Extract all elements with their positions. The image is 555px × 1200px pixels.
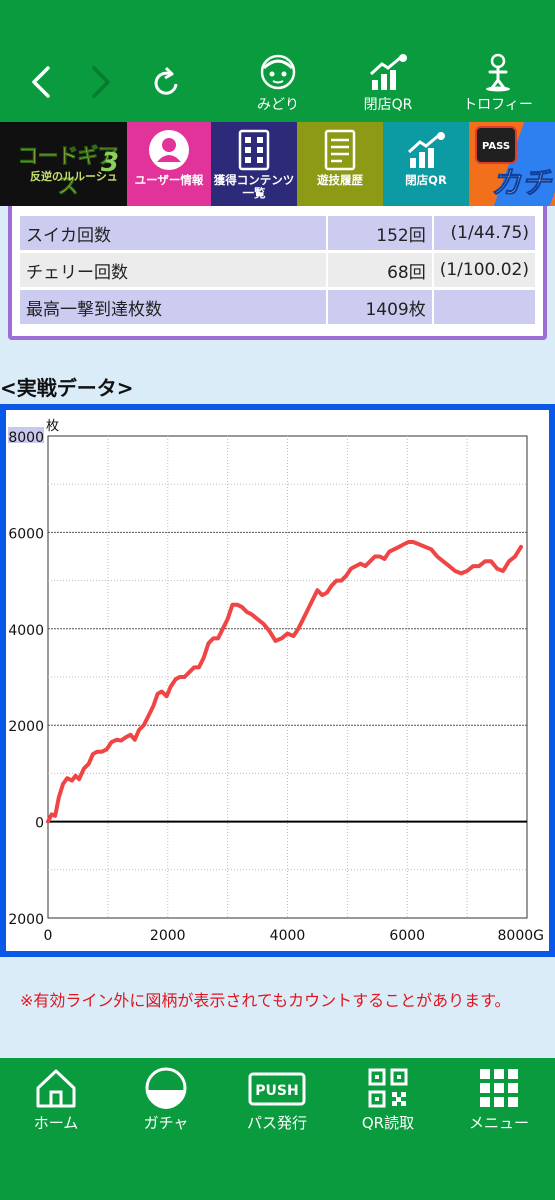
trophy-figure-icon bbox=[486, 53, 510, 92]
play-history-button[interactable]: 遊技履歴 bbox=[297, 122, 383, 206]
document-icon bbox=[324, 129, 356, 171]
push-text: PUSH bbox=[255, 1083, 298, 1099]
stat-value: 152回 bbox=[328, 216, 432, 250]
logo-number: 3 bbox=[100, 148, 119, 178]
back-arrow-icon[interactable] bbox=[26, 62, 56, 102]
y-tick-label: 4000 bbox=[8, 623, 44, 639]
pass-issue-label: パス発行 bbox=[246, 1114, 307, 1132]
midori-character-icon bbox=[260, 54, 296, 90]
home-icon bbox=[36, 1069, 76, 1108]
y-axis-unit-label: 枚 bbox=[46, 419, 59, 434]
stat-value: 68回 bbox=[328, 253, 432, 287]
home-button[interactable]: ホーム bbox=[6, 1066, 106, 1133]
y-tick-label: 8000 bbox=[8, 430, 44, 446]
heiten-qr-top-label: 閉店QR bbox=[363, 97, 413, 113]
top-bar: みどり 閉店QR トロフィー bbox=[0, 0, 555, 122]
kachi-logo-text: カチ bbox=[491, 166, 552, 202]
x-tick-label: 8000G bbox=[498, 928, 544, 944]
content-list-label: 獲得コンテンツ一覧 bbox=[213, 173, 295, 200]
x-tick-label: 0 bbox=[44, 928, 53, 944]
heiten-qr-top-button[interactable]: 閉店QR bbox=[348, 52, 428, 118]
kachi-navi-button[interactable]: PASS カチ bbox=[469, 122, 555, 206]
push-button-icon: PUSH bbox=[248, 1072, 306, 1106]
user-info-label: ユーザー情報 bbox=[134, 173, 204, 187]
stat-label: チェリー回数 bbox=[20, 253, 327, 287]
stat-value: 1409枚 bbox=[328, 290, 432, 324]
stat-rate bbox=[433, 290, 535, 324]
heiten-qr-label: 閉店QR bbox=[405, 173, 447, 187]
stat-label: 最高一撃到達枚数 bbox=[20, 290, 327, 324]
content-grid-icon bbox=[238, 129, 270, 171]
pass-issue-button[interactable]: PUSH パス発行 bbox=[227, 1066, 327, 1133]
user-info-button[interactable]: ユーザー情報 bbox=[127, 122, 211, 206]
table-row: チェリー回数 68回 (1/100.02) bbox=[20, 253, 535, 287]
gacha-capsule-icon bbox=[145, 1067, 187, 1109]
y-tick-label: 2000 bbox=[8, 719, 44, 735]
chart-frame: 8000 6000 4000 2000 0 2000 枚 0 2000 4000 6000 8000G bbox=[0, 404, 555, 957]
table-row: スイカ回数 152回 (1/44.75) bbox=[20, 216, 535, 250]
reload-icon[interactable] bbox=[150, 62, 184, 102]
section-title: <実戦データ> bbox=[0, 376, 134, 400]
game-logo[interactable]: コードギアス 反逆のルルーシュ 3 bbox=[0, 122, 127, 206]
stat-label: スイカ回数 bbox=[20, 216, 327, 250]
slump-graph: 800060004000200002000枚0 2000 4000 6000 8000G bbox=[8, 419, 544, 944]
stats-table: スイカ回数 152回 (1/44.75) チェリー回数 68回 (1/100.0… bbox=[18, 213, 537, 327]
stat-rate: (1/100.02) bbox=[433, 253, 535, 287]
chart-up-moon-icon bbox=[407, 132, 445, 168]
play-history-label: 遊技履歴 bbox=[317, 173, 363, 187]
midori-button[interactable]: みどり bbox=[238, 52, 318, 118]
menu-label: メニュー bbox=[468, 1114, 529, 1132]
table-row: 最高一撃到達枚数 1409枚 bbox=[20, 290, 535, 324]
y-tick-label: 2000 bbox=[8, 912, 44, 928]
menu-grid-icon bbox=[480, 1069, 518, 1107]
forward-arrow-icon[interactable] bbox=[86, 62, 116, 102]
stats-panel: スイカ回数 152回 (1/44.75) チェリー回数 68回 (1/100.0… bbox=[8, 206, 547, 340]
gacha-label: ガチャ bbox=[143, 1114, 189, 1132]
qr-code-icon bbox=[368, 1068, 408, 1108]
qr-read-label: QR読取 bbox=[361, 1114, 415, 1132]
trophy-button[interactable]: トロフィー bbox=[458, 52, 538, 118]
user-icon bbox=[149, 130, 189, 170]
stat-rate: (1/44.75) bbox=[433, 216, 535, 250]
chart-up-moon-icon bbox=[369, 54, 407, 90]
menu-button[interactable]: メニュー bbox=[449, 1066, 549, 1133]
midori-label: みどり bbox=[257, 97, 299, 113]
x-tick-label: 2000 bbox=[150, 928, 186, 944]
category-strip: コードギアス 反逆のルルーシュ 3 ユーザー情報 獲得コンテンツ一覧 遊技履歴 bbox=[0, 122, 555, 206]
y-tick-label: 0 bbox=[35, 816, 44, 832]
gacha-button[interactable]: ガチャ bbox=[116, 1066, 216, 1133]
count-note: ※有効ライン外に図柄が表示されてもカウントすることがあります。 bbox=[20, 991, 511, 1010]
trophy-label: トロフィー bbox=[463, 97, 533, 113]
qr-read-button[interactable]: QR読取 bbox=[338, 1066, 438, 1133]
x-tick-label: 6000 bbox=[389, 928, 425, 944]
x-tick-label: 4000 bbox=[270, 928, 306, 944]
content-list-button[interactable]: 獲得コンテンツ一覧 bbox=[211, 122, 297, 206]
bottom-nav: ホーム ガチャ PUSH パス発行 QR読取 メニュー bbox=[0, 1058, 555, 1200]
y-tick-label: 6000 bbox=[8, 526, 44, 542]
heiten-qr-button[interactable]: 閉店QR bbox=[383, 122, 469, 206]
home-label: ホーム bbox=[33, 1114, 79, 1132]
